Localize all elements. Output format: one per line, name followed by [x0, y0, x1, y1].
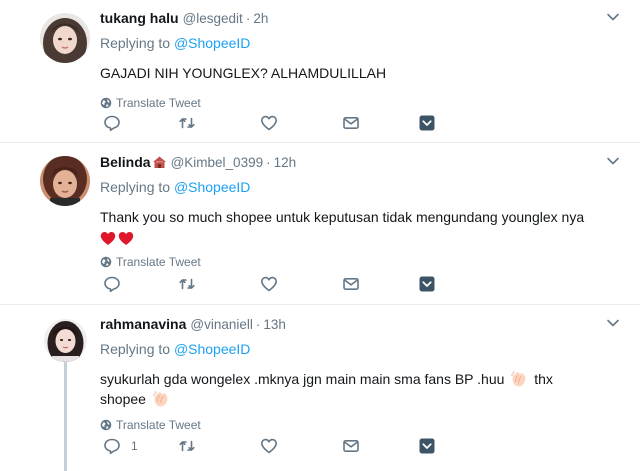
- tweet-header: Belinda @Kimbel_0399 · 12h: [100, 152, 620, 172]
- avatar[interactable]: [40, 156, 90, 206]
- clapping-hands-emoji-icon: [511, 371, 526, 387]
- tweet-header: tukang halu @lesgedit · 2h: [100, 8, 620, 28]
- more-options-button[interactable]: [418, 274, 436, 294]
- envelope-icon: [343, 277, 359, 290]
- timestamp[interactable]: 2h: [253, 11, 268, 26]
- avatar[interactable]: [40, 13, 90, 63]
- tweet-text-part: syukurlah gda wongelex .mknya jgn main m…: [100, 371, 505, 387]
- replying-to: Replying to @ShopeeID: [100, 341, 620, 359]
- separator-dot: ·: [266, 154, 271, 170]
- direct-message-button[interactable]: [342, 436, 360, 456]
- emoji-row: [100, 231, 620, 247]
- envelope-icon: [343, 439, 359, 452]
- translate-tweet-link[interactable]: Translate Tweet: [100, 254, 620, 270]
- user-handle[interactable]: @vinaniell: [190, 317, 252, 332]
- timestamp[interactable]: 13h: [263, 317, 286, 332]
- envelope-icon: [343, 116, 359, 129]
- reply-button[interactable]: 1: [103, 436, 138, 456]
- like-button[interactable]: [260, 274, 278, 294]
- tweet-content: rahmanavina @vinaniell · 13h Replying to…: [100, 314, 620, 433]
- chevron-down-icon[interactable]: [606, 154, 620, 168]
- retweet-icon: [179, 278, 195, 290]
- translate-label: Translate Tweet: [116, 255, 201, 269]
- user-name[interactable]: tukang halu: [100, 10, 179, 26]
- retweet-button[interactable]: [178, 436, 196, 456]
- reply-icon: [104, 115, 120, 132]
- heart-icon: [261, 115, 277, 131]
- retweet-button[interactable]: [178, 274, 196, 294]
- translate-label: Translate Tweet: [116, 418, 201, 432]
- heart-icon: [261, 438, 277, 454]
- replying-to-label: Replying to: [100, 341, 171, 357]
- tweet-actions: [100, 274, 440, 294]
- tweet[interactable]: Belinda @Kimbel_0399 · 12h Replying to @…: [0, 143, 640, 305]
- globe-icon: [100, 256, 112, 268]
- avatar[interactable]: [44, 319, 87, 362]
- tweet-text: Thank you so much shopee untuk keputusan…: [100, 209, 585, 225]
- tweet-text-part: thx: [534, 371, 553, 387]
- mention-link[interactable]: @ShopeeID: [174, 179, 250, 195]
- timestamp[interactable]: 12h: [274, 155, 297, 170]
- replying-to: Replying to @ShopeeID: [100, 179, 620, 197]
- mention-link[interactable]: @ShopeeID: [174, 35, 250, 51]
- reply-button[interactable]: [103, 274, 131, 294]
- thread-connector-line: [64, 362, 67, 471]
- chevron-down-box-icon: [419, 115, 435, 131]
- tweet-actions: 1: [100, 436, 440, 456]
- user-handle[interactable]: @Kimbel_0399: [171, 155, 264, 170]
- chevron-down-icon[interactable]: [606, 10, 620, 24]
- direct-message-button[interactable]: [342, 274, 360, 294]
- reply-count: 1: [131, 439, 138, 453]
- chevron-down-icon[interactable]: [606, 316, 620, 330]
- house-emoji-icon: [152, 156, 166, 168]
- tweet-feed: tukang halu @lesgedit · 2h Replying to @…: [0, 0, 640, 471]
- tweet-content: Belinda @Kimbel_0399 · 12h Replying to @…: [100, 152, 620, 270]
- tweet-text-part: shopee: [100, 391, 146, 407]
- user-handle[interactable]: @lesgedit: [183, 11, 243, 26]
- retweet-button[interactable]: [178, 113, 196, 133]
- reply-icon: [104, 438, 120, 455]
- tweet-actions: [100, 113, 440, 133]
- user-name[interactable]: rahmanavina: [100, 316, 186, 332]
- mention-link[interactable]: @ShopeeID: [174, 341, 250, 357]
- tweet-text: syukurlah gda wongelex .mknya jgn main m…: [100, 369, 620, 409]
- replying-to: Replying to @ShopeeID: [100, 35, 620, 53]
- retweet-icon: [179, 117, 195, 129]
- heart-icon: [261, 276, 277, 292]
- separator-dot: ·: [245, 10, 251, 26]
- tweet[interactable]: tukang halu @lesgedit · 2h Replying to @…: [0, 0, 640, 143]
- replying-to-label: Replying to: [100, 179, 171, 195]
- retweet-icon: [179, 440, 195, 452]
- like-button[interactable]: [260, 436, 278, 456]
- red-heart-emoji-icon: [100, 232, 116, 245]
- tweet[interactable]: rahmanavina @vinaniell · 13h Replying to…: [0, 305, 640, 471]
- more-options-button[interactable]: [418, 436, 436, 456]
- red-heart-emoji-icon: [118, 232, 134, 245]
- more-options-button[interactable]: [418, 113, 436, 133]
- tweet-text: GAJADI NIH YOUNGLEX? ALHAMDULILLAH: [100, 65, 387, 81]
- reply-icon: [104, 276, 120, 293]
- clapping-hands-emoji-icon: [152, 391, 168, 407]
- translate-tweet-link[interactable]: Translate Tweet: [100, 95, 620, 111]
- reply-button[interactable]: [103, 113, 131, 133]
- tweet-content: tukang halu @lesgedit · 2h Replying to @…: [100, 8, 620, 111]
- separator-dot: ·: [255, 316, 261, 332]
- globe-icon: [100, 419, 112, 431]
- replying-to-label: Replying to: [100, 35, 171, 51]
- globe-icon: [100, 97, 112, 109]
- tweet-header: rahmanavina @vinaniell · 13h: [100, 314, 620, 334]
- chevron-down-box-icon: [419, 276, 435, 292]
- user-name[interactable]: Belinda: [100, 154, 151, 170]
- direct-message-button[interactable]: [342, 113, 360, 133]
- translate-label: Translate Tweet: [116, 96, 201, 110]
- chevron-down-box-icon: [419, 438, 435, 454]
- like-button[interactable]: [260, 113, 278, 133]
- translate-tweet-link[interactable]: Translate Tweet: [100, 417, 620, 433]
